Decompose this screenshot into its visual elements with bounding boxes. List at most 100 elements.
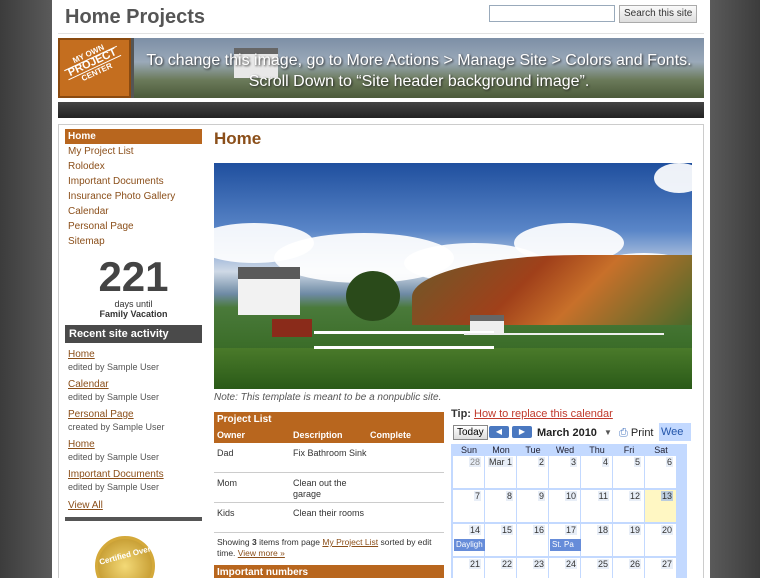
- activity-link[interactable]: Calendar: [68, 378, 202, 391]
- site-title[interactable]: Home Projects: [65, 6, 205, 29]
- day-number[interactable]: 11: [597, 491, 609, 501]
- calendar-month-label[interactable]: March 2010: [537, 425, 597, 441]
- day-number[interactable]: 2: [537, 457, 545, 467]
- calendar-day-today[interactable]: 13: [645, 490, 677, 523]
- day-number[interactable]: 19: [628, 525, 641, 535]
- project-list-title[interactable]: Project List: [214, 412, 444, 428]
- column-header-owner[interactable]: Owner: [214, 428, 290, 443]
- day-number[interactable]: 10: [564, 491, 577, 501]
- print-button[interactable]: ⎙ Print: [619, 425, 654, 441]
- day-number[interactable]: 20: [660, 525, 673, 535]
- site-header-banner: MY OWN PROJECT CENTER To change this ima…: [58, 38, 704, 98]
- day-number[interactable]: 16: [532, 525, 545, 535]
- day-number[interactable]: 25: [596, 559, 609, 569]
- sidebar-item-personal-page[interactable]: Personal Page: [65, 219, 202, 234]
- replace-calendar-link[interactable]: How to replace this calendar: [474, 408, 613, 420]
- column-header-description[interactable]: Description: [290, 428, 367, 443]
- calendar-day[interactable]: 14 Dayligh: [453, 524, 485, 557]
- seal-text: Certified Over: [98, 544, 152, 567]
- day-number[interactable]: 8: [505, 491, 513, 501]
- calendar-day[interactable]: 15: [485, 524, 517, 557]
- day-number[interactable]: 21: [468, 559, 481, 569]
- table-row[interactable]: Kids Clean their rooms: [214, 503, 444, 533]
- activity-link[interactable]: Personal Page: [68, 408, 202, 421]
- calendar-day[interactable]: 7: [453, 490, 485, 523]
- prev-month-icon[interactable]: ◀: [489, 426, 509, 438]
- calendar-day[interactable]: 10: [549, 490, 581, 523]
- day-number[interactable]: 3: [569, 457, 577, 467]
- day-number[interactable]: 5: [633, 457, 641, 467]
- column-header-complete[interactable]: Complete: [367, 428, 444, 443]
- day-number[interactable]: 14: [468, 525, 481, 535]
- calendar-day[interactable]: 25: [581, 558, 613, 578]
- calendar-day[interactable]: 16: [517, 524, 549, 557]
- day-number[interactable]: 15: [500, 525, 513, 535]
- day-number[interactable]: Mar 1: [487, 457, 513, 467]
- day-number[interactable]: 27: [660, 559, 673, 569]
- sidebar-item-home[interactable]: Home: [65, 129, 202, 144]
- important-numbers-heading[interactable]: Important numbers: [214, 565, 444, 578]
- day-number[interactable]: 23: [532, 559, 545, 569]
- week-view-tab[interactable]: Wee: [659, 423, 691, 441]
- day-number[interactable]: 4: [601, 457, 609, 467]
- day-number[interactable]: 24: [564, 559, 577, 569]
- table-row[interactable]: Mom Clean out the garage: [214, 473, 444, 503]
- next-month-icon[interactable]: ▶: [512, 426, 532, 438]
- calendar-day[interactable]: 18: [581, 524, 613, 557]
- search-input[interactable]: [489, 5, 615, 22]
- calendar-event[interactable]: Dayligh: [454, 539, 485, 551]
- day-number[interactable]: 12: [628, 491, 641, 501]
- calendar-event[interactable]: St. Pa: [550, 539, 581, 551]
- calendar-day[interactable]: 11: [581, 490, 613, 523]
- calendar-day[interactable]: 28: [453, 456, 485, 489]
- calendar-day[interactable]: 23: [517, 558, 549, 578]
- calendar-day[interactable]: 17 St. Pa: [549, 524, 581, 557]
- calendar-day[interactable]: 24: [549, 558, 581, 578]
- sidebar-item-insurance-photo-gallery[interactable]: Insurance Photo Gallery: [65, 189, 202, 204]
- calendar-day[interactable]: 4: [581, 456, 613, 489]
- calendar-day[interactable]: 6: [645, 456, 677, 489]
- calendar-day[interactable]: 22: [485, 558, 517, 578]
- left-page-edge: [0, 0, 52, 578]
- day-number[interactable]: 18: [596, 525, 609, 535]
- calendar-day[interactable]: 20: [645, 524, 677, 557]
- day-number[interactable]: 26: [628, 559, 641, 569]
- activity-link[interactable]: Home: [68, 438, 202, 451]
- calendar-day[interactable]: 3: [549, 456, 581, 489]
- horizontal-nav-bar: [58, 102, 704, 118]
- calendar-day[interactable]: 19: [613, 524, 645, 557]
- calendar-day[interactable]: Mar 1: [485, 456, 517, 489]
- chevron-down-icon[interactable]: ▼: [604, 425, 612, 441]
- day-number[interactable]: 9: [537, 491, 545, 501]
- calendar-day[interactable]: 21: [453, 558, 485, 578]
- calendar-day[interactable]: 9: [517, 490, 549, 523]
- day-number[interactable]: 6: [665, 457, 673, 467]
- calendar-day[interactable]: 8: [485, 490, 517, 523]
- today-button[interactable]: Today: [453, 425, 488, 440]
- project-list-link[interactable]: My Project List: [322, 537, 378, 547]
- calendar-day[interactable]: 5: [613, 456, 645, 489]
- day-number[interactable]: 17: [564, 525, 577, 535]
- activity-link[interactable]: Important Documents: [68, 468, 202, 481]
- recent-activity-heading: Recent site activity: [65, 325, 202, 343]
- sidebar-item-calendar[interactable]: Calendar: [65, 204, 202, 219]
- sidebar-item-sitemap[interactable]: Sitemap: [65, 234, 202, 249]
- view-all-link[interactable]: View All: [65, 500, 202, 511]
- view-more-link[interactable]: View more »: [238, 548, 285, 558]
- day-number[interactable]: 7: [473, 491, 481, 501]
- day-number[interactable]: 13: [660, 491, 673, 501]
- sidebar-item-my-project-list[interactable]: My Project List: [65, 144, 202, 159]
- activity-link[interactable]: Home: [68, 348, 202, 361]
- day-number[interactable]: 28: [468, 457, 481, 467]
- project-center-logo[interactable]: MY OWN PROJECT CENTER: [58, 38, 131, 98]
- calendar-day[interactable]: 12: [613, 490, 645, 523]
- calendar-day[interactable]: 27: [645, 558, 677, 578]
- search-button[interactable]: Search this site: [619, 5, 698, 23]
- sidebar-item-rolodex[interactable]: Rolodex: [65, 159, 202, 174]
- project-list-gadget: Project List Owner Description Complete …: [214, 412, 444, 559]
- sidebar-item-important-documents[interactable]: Important Documents: [65, 174, 202, 189]
- calendar-day[interactable]: 2: [517, 456, 549, 489]
- calendar-day[interactable]: 26: [613, 558, 645, 578]
- day-number[interactable]: 22: [500, 559, 513, 569]
- table-row[interactable]: Dad Fix Bathroom Sink: [214, 443, 444, 473]
